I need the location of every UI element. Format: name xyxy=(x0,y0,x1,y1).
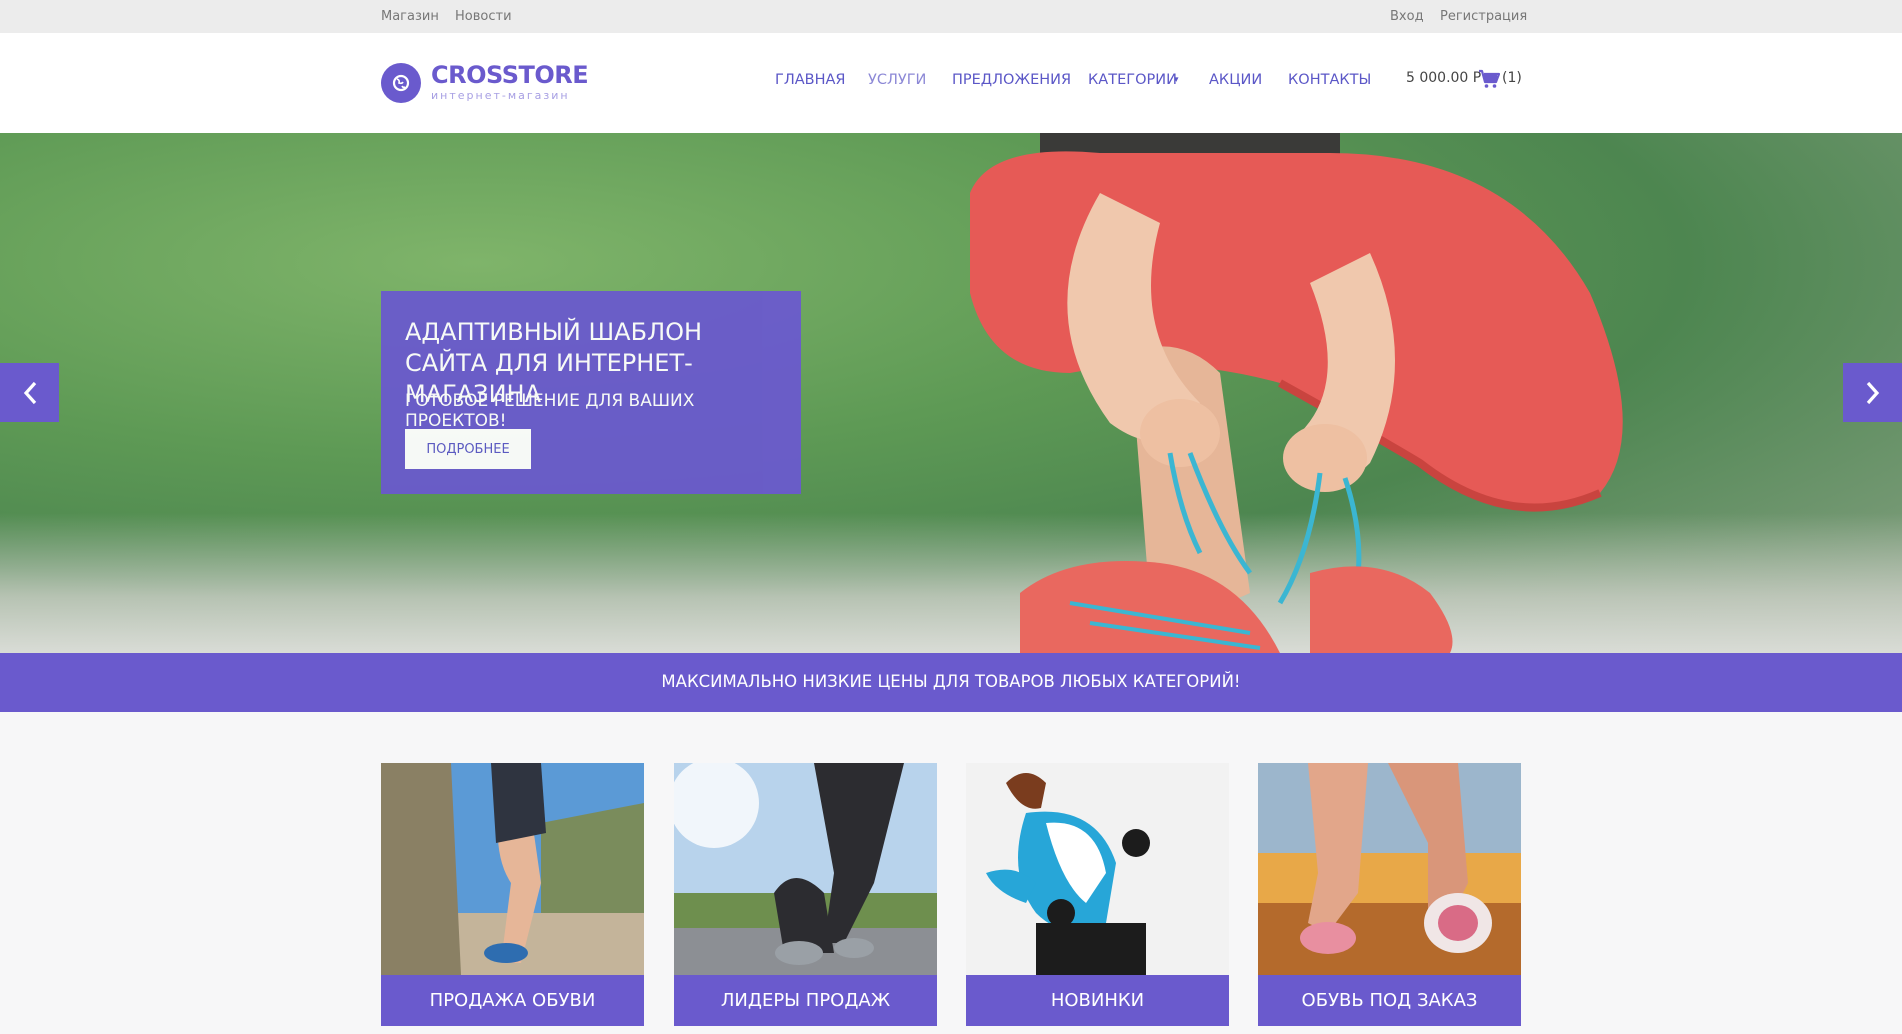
trail-runner-image xyxy=(381,763,644,975)
category-label: НОВИНКИ xyxy=(966,975,1229,1026)
cart-count[interactable]: (1) xyxy=(1502,70,1522,86)
register-link[interactable]: Регистрация xyxy=(1440,9,1527,24)
promo-text: МАКСИМАЛЬНО НИЗКИЕ ЦЕНЫ ДЛЯ ТОВАРОВ ЛЮБЫ… xyxy=(661,672,1241,691)
category-label: ЛИДЕРЫ ПРОДАЖ xyxy=(674,975,937,1026)
hero-runner-image xyxy=(970,133,1623,653)
chevron-left-icon xyxy=(23,381,36,404)
nav-item-offers[interactable]: ПРЕДЛОЖЕНИЯ xyxy=(952,72,1071,88)
category-label: ОБУВЬ ПОД ЗАКАЗ xyxy=(1258,975,1521,1026)
category-card-new[interactable]: НОВИНКИ xyxy=(966,763,1229,1026)
category-card-custom-order[interactable]: ОБУВЬ ПОД ЗАКАЗ xyxy=(1258,763,1521,1026)
chevron-right-icon xyxy=(1866,381,1879,404)
category-card-bestsellers[interactable]: ЛИДЕРЫ ПРОДАЖ xyxy=(674,763,937,1026)
topbar-link-news[interactable]: Новости xyxy=(455,9,512,24)
jogging-woman-image xyxy=(966,763,1229,975)
more-button[interactable]: ПОДРОБНЕЕ xyxy=(405,429,531,469)
hero-caption: АДАПТИВНЫЙ ШАБЛОН САЙТА ДЛЯ ИНТЕРНЕТ-МАГ… xyxy=(381,291,801,494)
nav-item-services[interactable]: УСЛУГИ xyxy=(868,72,926,88)
slider-next-button[interactable] xyxy=(1843,363,1902,422)
globe-icon[interactable] xyxy=(381,63,421,103)
category-card-shoes-sale[interactable]: ПРОДАЖА ОБУВИ xyxy=(381,763,644,1026)
hero-subtitle: ГОТОВОЕ РЕШЕНИЕ ДЛЯ ВАШИХ ПРОЕКТОВ! xyxy=(405,391,695,431)
road-runner-image xyxy=(674,763,937,975)
slider-prev-button[interactable] xyxy=(0,363,59,422)
topbar-link-shop[interactable]: Магазин xyxy=(381,9,439,24)
nav-item-categories[interactable]: КАТЕГОРИИ xyxy=(1088,72,1177,88)
nav-item-promotions[interactable]: АКЦИИ xyxy=(1209,72,1262,88)
nav-item-contacts[interactable]: КОНТАКТЫ xyxy=(1288,72,1371,88)
top-bar: Магазин Новости Вход Регистрация xyxy=(0,0,1902,33)
caret-down-icon: ▾ xyxy=(1174,75,1179,85)
cart-total[interactable]: 5 000.00 Р xyxy=(1406,70,1481,86)
login-link[interactable]: Вход xyxy=(1390,9,1424,24)
logo-title[interactable]: CROSSTORE xyxy=(431,61,589,89)
logo-subtitle: интернет-магазин xyxy=(431,89,570,102)
hero-slider: АДАПТИВНЫЙ ШАБЛОН САЙТА ДЛЯ ИНТЕРНЕТ-МАГ… xyxy=(0,133,1902,653)
cart-icon[interactable] xyxy=(1478,69,1501,93)
promo-banner: МАКСИМАЛЬНО НИЗКИЕ ЦЕНЫ ДЛЯ ТОВАРОВ ЛЮБЫ… xyxy=(0,653,1902,712)
sunset-runner-image xyxy=(1258,763,1521,975)
nav-item-home[interactable]: ГЛАВНАЯ xyxy=(775,72,846,88)
category-label: ПРОДАЖА ОБУВИ xyxy=(381,975,644,1026)
site-header: CROSSTORE интернет-магазин ГЛАВНАЯ УСЛУГ… xyxy=(0,33,1902,133)
